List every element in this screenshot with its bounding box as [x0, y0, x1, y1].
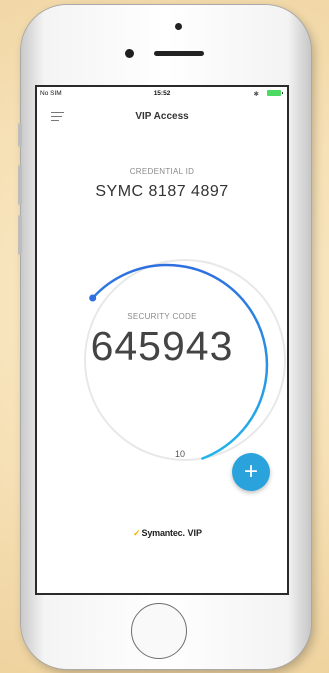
security-code-label: SECURITY CODE — [127, 312, 197, 321]
home-button[interactable] — [131, 603, 187, 659]
sensor-dot — [175, 23, 182, 30]
volume-up-button — [18, 165, 22, 205]
symantec-vip-logo: ✓Symantec. VIP — [133, 528, 202, 538]
add-credential-button[interactable]: + — [232, 453, 270, 491]
app-screen: No SIM 15:52 ✱ VIP Access CREDENTIAL ID … — [37, 87, 287, 593]
volume-down-button — [18, 215, 22, 255]
front-camera — [125, 49, 134, 58]
checkmark-icon: ✓ — [133, 528, 141, 538]
mute-switch — [18, 123, 22, 147]
earpiece-speaker — [154, 51, 204, 56]
brand-name: Symantec — [141, 528, 183, 538]
security-code-value: 645943 — [90, 323, 234, 369]
brand-suffix: VIP — [187, 528, 202, 538]
ring-indicator-dot — [89, 294, 97, 302]
countdown-seconds: 10 — [175, 449, 186, 459]
